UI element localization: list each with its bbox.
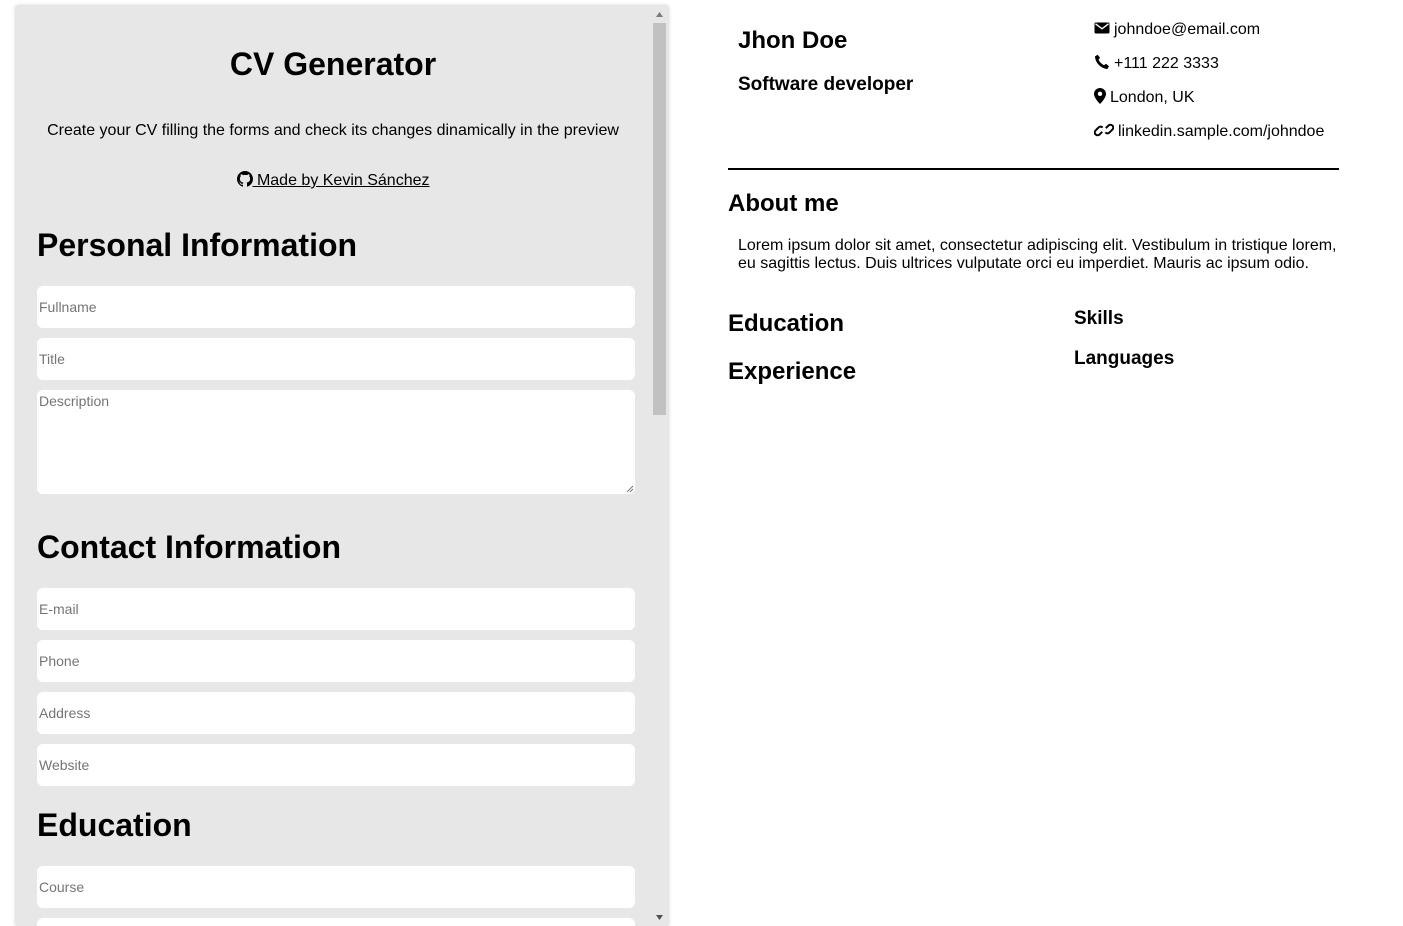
envelope-icon — [1094, 22, 1110, 34]
form-scrollbar[interactable] — [651, 6, 668, 926]
cv-phone-text: +111 222 3333 — [1114, 55, 1219, 72]
cv-contact-email: johndoe@email.com — [1094, 20, 1260, 40]
cv-name: Jhon Doe — [738, 27, 848, 54]
author-link-label: Made by Kevin Sánchez — [252, 172, 430, 189]
fullname-input[interactable]: Fullname — [37, 286, 635, 328]
cv-education-heading: Education — [728, 310, 845, 337]
contact-info-heading: Contact Information — [37, 529, 341, 565]
description-textarea[interactable]: Description — [37, 390, 635, 494]
scroll-down-icon — [656, 915, 663, 920]
cv-job-title: Software developer — [738, 74, 914, 95]
github-icon — [236, 171, 253, 187]
app-title: CV Generator — [229, 46, 437, 82]
cv-contact-website: linkedin.sample.com/johndoe — [1094, 122, 1324, 142]
next-education-input[interactable] — [37, 918, 635, 926]
scroll-down-arrow[interactable] — [651, 909, 668, 926]
website-input[interactable]: Website — [37, 744, 635, 786]
cv-about-heading: About me — [728, 190, 839, 217]
scroll-thumb[interactable] — [653, 23, 666, 415]
title-input[interactable]: Title — [37, 338, 635, 380]
cv-contact-phone: +111 222 3333 — [1094, 54, 1219, 74]
cv-preview: Jhon Doe Software developer johndoe@emai… — [728, 0, 1339, 926]
form-panel: CV Generator Create your CV filling the … — [16, 6, 668, 926]
cv-about-text: Lorem ipsum dolor sit amet, consectetur … — [738, 237, 1337, 272]
cv-website-text: linkedin.sample.com/johndoe — [1118, 123, 1325, 140]
resize-grip-icon[interactable] — [626, 485, 634, 493]
cv-experience-heading: Experience — [728, 358, 857, 385]
cv-contact-address: London, UK — [1094, 88, 1195, 108]
scroll-up-icon — [656, 12, 663, 17]
author-link[interactable]: Made by Kevin Sánchez — [236, 171, 430, 189]
cv-divider — [728, 168, 1339, 170]
address-input[interactable]: Address — [37, 692, 635, 734]
scroll-up-arrow[interactable] — [651, 6, 668, 23]
description-placeholder: Description — [39, 393, 110, 409]
cv-email-text: johndoe@email.com — [1114, 21, 1261, 38]
phone-input[interactable]: Phone — [37, 640, 635, 682]
personal-info-heading: Personal Information — [37, 227, 358, 263]
cv-languages-heading: Languages — [1074, 348, 1175, 369]
map-marker-icon — [1094, 88, 1106, 104]
app-subtitle: Create your CV filling the forms and che… — [47, 122, 619, 139]
link-icon — [1094, 123, 1114, 137]
cv-skills-heading: Skills — [1074, 308, 1124, 329]
education-heading: Education — [37, 807, 192, 843]
author-link-container: Made by Kevin Sánchez — [16, 171, 650, 191]
phone-icon — [1095, 54, 1109, 69]
course-input[interactable]: Course — [37, 866, 635, 908]
cv-address-text: London, UK — [1110, 89, 1195, 106]
email-input[interactable]: E-mail — [37, 588, 635, 630]
